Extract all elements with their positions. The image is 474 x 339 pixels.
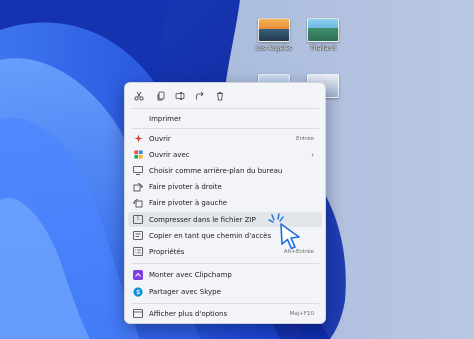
menu-item-label: Afficher plus d'options <box>149 309 228 318</box>
menu-item-label: Ouvrir avec <box>149 150 190 159</box>
share-icon <box>196 91 204 100</box>
context-menu-toolbar <box>125 83 325 107</box>
rotate-left-icon <box>133 198 143 208</box>
menu-item-label: Monter avec Clipchamp <box>149 270 232 279</box>
menu-item-label: Imprimer <box>149 114 182 123</box>
menu-item-label: Ouvrir <box>149 134 171 143</box>
copy-icon <box>157 91 165 101</box>
share-button[interactable] <box>193 89 207 103</box>
cut-button[interactable] <box>132 89 146 103</box>
open-with-icon <box>133 150 143 160</box>
menu-item-label: Faire pivoter à gauche <box>149 198 228 207</box>
mouse-cursor-icon <box>268 213 308 257</box>
context-menu: Imprimer Ouvrir Entrée Ouvrir avec › Cho… <box>124 82 326 324</box>
clipchamp-icon <box>133 269 143 280</box>
menu-item-open[interactable]: Ouvrir Entrée <box>128 131 322 146</box>
desktop-icon-los-angeles[interactable]: Los Angeles <box>251 18 297 52</box>
desktop-icon-label: Los Angeles <box>256 45 292 52</box>
desktop-icon-label: Thailand <box>310 45 336 52</box>
print-icon <box>133 114 143 124</box>
paint-icon <box>133 134 143 144</box>
menu-item-label: Compresser dans le fichier ZIP <box>149 215 256 224</box>
chevron-right-icon: › <box>311 150 314 159</box>
copy-button[interactable] <box>154 89 168 103</box>
zip-folder-icon <box>133 215 143 225</box>
menu-item-rotate-right[interactable]: Faire pivoter à droite <box>128 179 322 194</box>
more-options-icon <box>133 309 143 319</box>
skype-icon <box>133 286 143 297</box>
menu-item-shortcut: Entrée <box>295 135 314 142</box>
menu-item-clipchamp[interactable]: Monter avec Clipchamp <box>128 267 322 282</box>
menu-item-open-with[interactable]: Ouvrir avec › <box>128 147 322 162</box>
rotate-right-icon <box>133 182 143 192</box>
menu-item-more-options[interactable]: Afficher plus d'options Maj+F10 <box>128 306 322 321</box>
menu-item-rotate-left[interactable]: Faire pivoter à gauche <box>128 195 322 210</box>
copy-path-icon <box>133 231 143 241</box>
image-icon <box>258 18 290 42</box>
menu-item-print[interactable]: Imprimer <box>128 111 322 126</box>
image-icon <box>307 18 339 42</box>
desktop-icon-thailand[interactable]: Thailand <box>300 18 346 52</box>
menu-item-label: Faire pivoter à droite <box>149 182 222 191</box>
rename-icon <box>175 92 185 100</box>
menu-item-set-background[interactable]: Choisir comme arrière-plan du bureau <box>128 163 322 178</box>
delete-icon <box>217 92 223 101</box>
cut-icon <box>134 91 144 101</box>
menu-item-label: Partager avec Skype <box>149 287 221 296</box>
menu-item-label: Propriétés <box>149 247 185 256</box>
desktop-background-icon <box>133 166 143 176</box>
menu-separator <box>131 263 319 264</box>
rename-button[interactable] <box>173 89 187 103</box>
menu-separator <box>131 108 319 109</box>
menu-separator <box>131 303 319 304</box>
properties-icon <box>133 247 143 257</box>
menu-item-label: Choisir comme arrière-plan du bureau <box>149 166 283 175</box>
menu-item-shortcut: Maj+F10 <box>289 310 314 317</box>
menu-separator <box>131 128 319 129</box>
delete-button[interactable] <box>213 89 227 103</box>
menu-item-label: Copier en tant que chemin d'accès <box>149 231 272 240</box>
menu-item-skype[interactable]: Partager avec Skype <box>128 284 322 299</box>
